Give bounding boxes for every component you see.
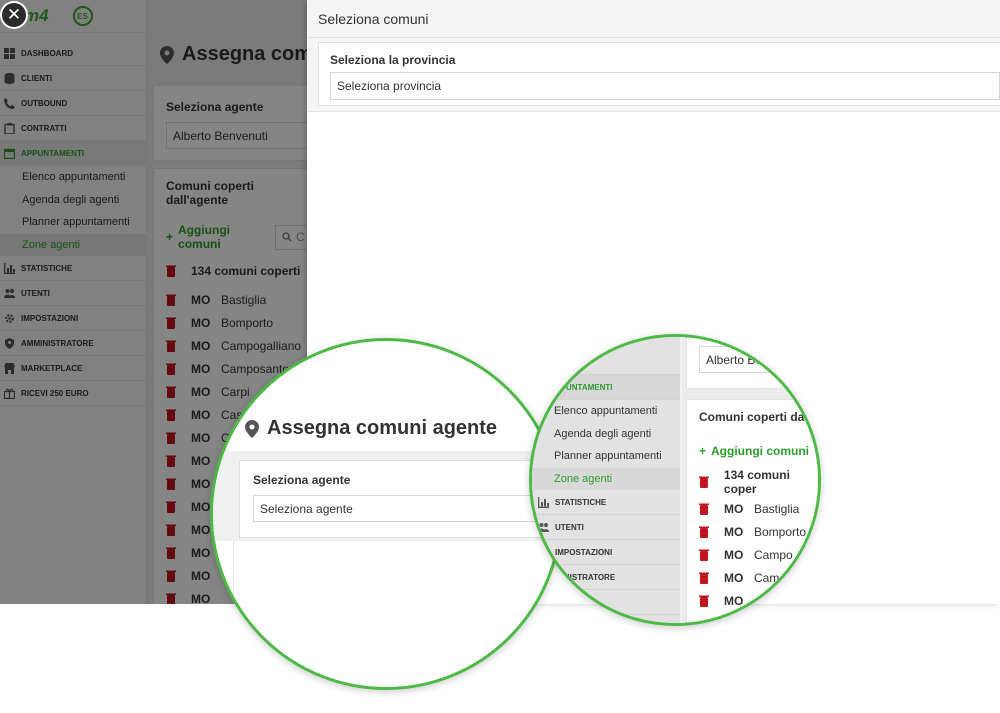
- zoom-sidebar-item[interactable]: ACE: [532, 590, 680, 615]
- zoom-add-comuni-label: Aggiungi comuni: [711, 444, 810, 458]
- comune-row: MO Cam: [699, 566, 818, 589]
- comune-province: MO: [724, 570, 744, 585]
- zoom-sidebar-item-label: ACE: [555, 597, 572, 607]
- province-label: Seleziona la provincia: [330, 53, 456, 67]
- zoom-sidebar-subitem[interactable]: Agenda degli agenti: [532, 423, 680, 446]
- trash-icon[interactable]: [699, 526, 709, 538]
- zoom-sidebar-subitem[interactable]: Zone agenti: [532, 467, 680, 490]
- bar-chart-icon: [538, 496, 549, 508]
- zoom-count: 134 comuni coper: [723, 467, 790, 496]
- plus-icon: +: [699, 444, 707, 458]
- zoom-nav-appuntamenti[interactable]: UNTAMENTI: [532, 375, 680, 400]
- users-icon: [538, 522, 549, 533]
- zoom-page-title-text: Assegna comuni agente: [267, 417, 498, 439]
- zoom-sidebar-item[interactable]: MINISTRATORE: [532, 565, 680, 590]
- zoom-sidebar: UNTAMENTI Elenco appuntamenti Agenda degl…: [532, 337, 680, 623]
- zoom-sidebar-subitem[interactable]: Elenco appuntamenti: [532, 400, 680, 423]
- blank-icon: [538, 572, 549, 583]
- zoom-sidebar-item-label: STATISTICHE: [555, 497, 607, 507]
- comune-province: MO: [724, 524, 744, 539]
- comune-row: MO: [699, 589, 818, 612]
- zoom-agent-label: Seleziona agente: [253, 473, 351, 487]
- trash-icon[interactable]: [699, 549, 709, 561]
- zoom-comuni-card: Comuni coperti dall'a + Aggiungi comuni …: [686, 399, 821, 623]
- province-select[interactable]: Seleziona provincia: [330, 72, 1000, 100]
- blank-icon: [538, 547, 549, 558]
- comune-name: Campo: [754, 547, 793, 562]
- modal-title: Seleziona comuni: [307, 0, 1000, 38]
- trash-icon[interactable]: [699, 503, 709, 515]
- modal-body: Seleziona la provincia Seleziona provinc…: [307, 38, 1000, 112]
- trash-icon[interactable]: [699, 476, 709, 488]
- comune-name: Cam: [754, 570, 780, 585]
- comune-province: MO: [724, 501, 744, 516]
- magnifier-left: Assegna comuni agente Seleziona agente S…: [210, 338, 562, 690]
- zoom-comuni-list: MO Bastiglia MO Bomporto MO Campo MO Cam MO: [699, 497, 818, 612]
- comune-row: MO Campo: [699, 543, 818, 566]
- close-icon[interactable]: ✕: [2, 3, 26, 27]
- blank-icon: [538, 597, 549, 608]
- zoom-agent-card-right: Alberto Benv: [686, 337, 818, 389]
- zoom-sidebar-item[interactable]: STATISTICHE: [532, 490, 680, 515]
- zoom-agent-value[interactable]: Alberto Benv: [699, 346, 818, 373]
- zoom-sidebar-item[interactable]: IMPOSTAZIONI: [532, 540, 680, 565]
- comune-name: Bomporto: [754, 524, 807, 539]
- zoom-sidebar-item-label: MINISTRATORE: [555, 572, 616, 582]
- zoom-add-comuni-button[interactable]: + Aggiungi comuni: [699, 444, 818, 458]
- zoom-sidebar-item-label: UTENTI: [555, 522, 584, 532]
- zoom-sidebar-top: [532, 337, 680, 375]
- map-pin-icon: [245, 419, 259, 438]
- province-card: Seleziona la provincia Seleziona provinc…: [318, 42, 1000, 106]
- zoom-subitems: Elenco appuntamenti Agenda degli agenti Pl…: [532, 400, 680, 490]
- trash-icon[interactable]: [699, 595, 709, 607]
- zoom-comuni-label: Comuni coperti dall'a: [699, 410, 821, 424]
- zoom-main: Alberto Benv Comuni coperti dall'a + Agg…: [682, 337, 821, 623]
- zoom-sidebar-item[interactable]: UTENTI: [532, 515, 680, 540]
- comune-row: MO Bastiglia: [699, 497, 818, 520]
- zoom-left-divider: [233, 541, 234, 687]
- comune-province: MO: [724, 593, 744, 608]
- zoom-agent-select[interactable]: Seleziona agente: [253, 495, 559, 522]
- stage: m4 ES DASHBOARD CLIENTI OUTBOUND CONTRATTI A…: [0, 0, 1000, 713]
- comune-name: Bastiglia: [754, 501, 800, 516]
- zoom-count-row: 134 comuni coper: [699, 467, 818, 496]
- zoom-page-title: Assegna comuni agente: [245, 417, 497, 440]
- magnifier-right: UNTAMENTI Elenco appuntamenti Agenda degl…: [529, 334, 821, 626]
- comune-row: MO Bomporto: [699, 520, 818, 543]
- zoom-nav-after: STATISTICHE UTENTI IMPOSTAZIONI MINISTRATOR…: [532, 490, 680, 615]
- zoom-sidebar-item-label: IMPOSTAZIONI: [555, 547, 613, 557]
- trash-icon[interactable]: [699, 572, 709, 584]
- zoom-sidebar-subitem[interactable]: Planner appuntamenti: [532, 445, 680, 468]
- comune-province: MO: [724, 547, 744, 562]
- zoom-agent-card: Seleziona agente Seleziona agente: [239, 460, 559, 538]
